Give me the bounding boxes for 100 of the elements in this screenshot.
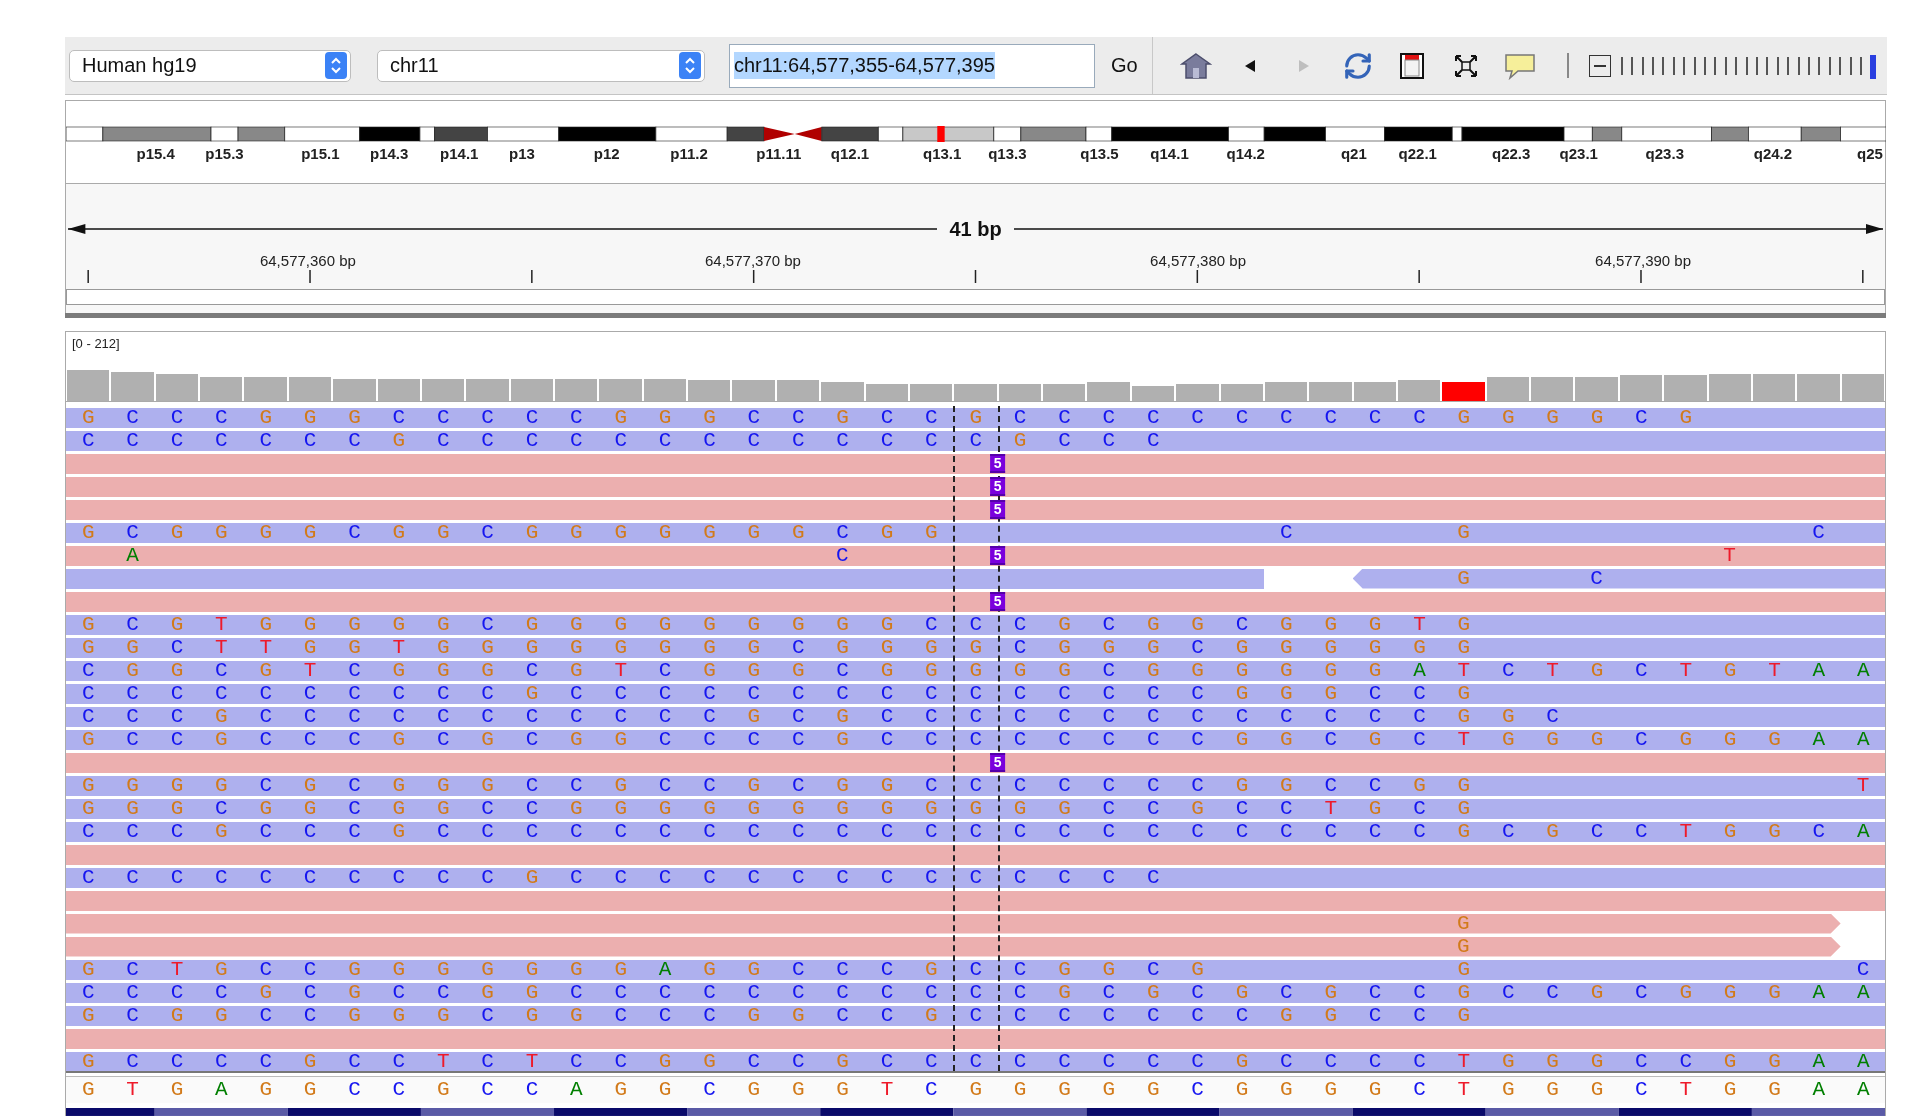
zoom-slider[interactable] xyxy=(1620,54,1873,77)
coverage-bar[interactable] xyxy=(466,378,509,401)
coverage-bar[interactable] xyxy=(200,376,243,401)
band-label: q13.5 xyxy=(1080,145,1119,162)
coverage-bar[interactable] xyxy=(998,383,1042,401)
coverage-bar[interactable] xyxy=(111,371,154,401)
read-bar[interactable] xyxy=(66,568,1264,589)
ruler-position-label: 64,577,380 bp xyxy=(1150,252,1246,270)
coverage-bar[interactable] xyxy=(1531,376,1574,401)
coverage-bar[interactable] xyxy=(776,380,820,401)
forward-arrow-icon xyxy=(1296,57,1311,74)
read-bar[interactable] xyxy=(66,1028,1885,1049)
coverage-bar[interactable] xyxy=(909,383,953,401)
coverage-bar[interactable] xyxy=(643,378,687,401)
band-label: q22.3 xyxy=(1492,145,1531,162)
coverage-bar[interactable] xyxy=(510,378,553,401)
coverage-bar[interactable] xyxy=(1708,373,1751,401)
coverage-bar[interactable] xyxy=(1043,383,1086,401)
read-bar[interactable] xyxy=(66,453,1885,474)
band-label: p15.3 xyxy=(205,145,244,162)
read-bases: C C C C C C C C C C G C C C C C C C C C C C C C C C G G G C C G xyxy=(81,683,1480,704)
read-bases: G xyxy=(1457,936,1480,957)
read-bar[interactable]: C C C C C C C C C C G C C C C C C C C C C C C C C xyxy=(66,867,1885,888)
coverage-bar[interactable] xyxy=(288,376,332,401)
read-bar[interactable]: C C C G C C C C C C C C C C C G C G C C C C C C C C C C C C C G G C xyxy=(66,706,1885,727)
read-bar[interactable]: C C C C C C C C C C G C C C C C C C C C C C C C C C G G G C C G xyxy=(66,683,1885,704)
coverage-bar[interactable] xyxy=(1309,381,1352,401)
genome-dropdown[interactable]: Human hg19 xyxy=(69,49,351,82)
read-bases: C C C C C C C C C C G C C C C C C C C C C C C C C xyxy=(81,867,1170,888)
zoom-tick xyxy=(1808,56,1810,75)
read-bar[interactable]: G G G C G G C G G C C G G G G G G G G G G G G C C G C C T G C G xyxy=(66,798,1885,819)
coverage-bar[interactable] xyxy=(1486,376,1530,401)
read-bar[interactable]: G C G G G G C G G C G G G G G G G C G G C G C xyxy=(66,522,1885,543)
read-bar[interactable]: C C C C C C C G C C C C C C C C C C C C C G C C C xyxy=(66,430,1885,451)
zoom-slider-thumb[interactable] xyxy=(1869,54,1876,79)
coverage-bar[interactable] xyxy=(155,373,199,401)
read-bases: G G C T T G G T G G G G G G G G C G G G G C G G G C G G G G G G xyxy=(81,637,1480,658)
read-bar[interactable]: G G C T T G G T G G G G G G G G C G G G G C G G G C G G G G G G xyxy=(66,637,1885,658)
coverage-bar[interactable] xyxy=(1797,373,1840,401)
read-bases: G xyxy=(1457,522,1480,543)
coverage-bar[interactable] xyxy=(1397,380,1441,401)
coverage-bar[interactable] xyxy=(1841,373,1884,401)
read-bar[interactable] xyxy=(66,752,1885,773)
read-bar[interactable]: G C T G C C G G G G G G G A G G C C C G C C G G C G G C xyxy=(66,959,1885,980)
zoom-tick xyxy=(1703,56,1706,75)
read-bar[interactable]: G C G G C C G G G C G G C C C G G C C G C C C C C C C G G C C G xyxy=(66,1005,1885,1026)
coverage-bar[interactable] xyxy=(599,378,642,401)
read-bar[interactable] xyxy=(66,844,1885,865)
coverage-bar[interactable] xyxy=(333,378,376,401)
read-bar[interactable] xyxy=(66,499,1885,520)
coverage-bar[interactable] xyxy=(954,383,997,401)
ruler-position-label: 64,577,390 bp xyxy=(1595,252,1692,270)
read-bar[interactable] xyxy=(66,591,1885,612)
coverage-bar[interactable] xyxy=(555,378,598,401)
read-bases: G C T G C C G G G G G G G A G G C C C G C C G G C G xyxy=(81,959,1214,980)
coverage-bar[interactable] xyxy=(244,376,287,401)
read-bar[interactable] xyxy=(66,476,1885,497)
locus-field[interactable]: chr11:64,577,355-64,577,395 xyxy=(729,43,1095,88)
chromosome-dropdown[interactable]: chr11 xyxy=(377,49,705,82)
band-label: q23.1 xyxy=(1559,145,1598,162)
dropdown-spinner-icon xyxy=(679,52,701,79)
zoom-tick xyxy=(1745,56,1748,75)
chromosome-ideogram-drawing[interactable] xyxy=(66,126,1886,142)
refresh-icon xyxy=(1342,50,1373,81)
coverage-bar[interactable] xyxy=(1353,381,1396,401)
zoom-tick xyxy=(1776,56,1779,75)
band-label: p15.4 xyxy=(136,145,175,162)
coverage-bar[interactable] xyxy=(67,370,110,401)
coverage-bar[interactable] xyxy=(1264,381,1308,401)
coverage-bar[interactable] xyxy=(421,378,465,401)
coverage-bar[interactable] xyxy=(1176,383,1219,401)
go-button[interactable]: Go xyxy=(1103,50,1146,81)
coverage-bar[interactable] xyxy=(1220,383,1263,401)
read-bar[interactable] xyxy=(66,890,1885,911)
zoom-out-button[interactable] xyxy=(1588,54,1611,77)
coverage-bar[interactable] xyxy=(1752,373,1796,401)
coverage-bar[interactable] xyxy=(688,380,731,401)
read-bases: C xyxy=(1856,959,1879,980)
zoom-tick xyxy=(1839,56,1842,75)
coverage-bar[interactable] xyxy=(1575,376,1618,401)
band-label: q24.2 xyxy=(1753,145,1793,162)
zoom-tick xyxy=(1766,56,1769,75)
read-bar[interactable]: G C G T G G G G G C G G G G G G G G G C C C G C G G C G G G T G xyxy=(66,614,1885,635)
zoom-tick xyxy=(1672,56,1675,75)
coverage-bar[interactable] xyxy=(1442,381,1485,401)
fit-to-window-icon xyxy=(1452,52,1479,79)
coverage-bar[interactable] xyxy=(821,381,864,401)
coverage-bar[interactable] xyxy=(1619,375,1663,401)
zoom-tick xyxy=(1797,56,1800,75)
ruler-position-label: 64,577,360 bp xyxy=(259,252,356,270)
coverage-bar[interactable] xyxy=(865,383,908,401)
read-bar[interactable]: G G G G C G C G G G C C G C C G C G G C C C C C C C G G C C G G T xyxy=(66,775,1885,796)
zoom-tick xyxy=(1828,56,1831,75)
zoom-tick xyxy=(1724,56,1727,75)
zoom-tick xyxy=(1735,56,1738,75)
read-bar[interactable]: G C xyxy=(1352,568,1885,589)
coverage-bar[interactable] xyxy=(377,378,420,401)
coverage-bar[interactable] xyxy=(1131,385,1175,401)
zoom-tick xyxy=(1662,56,1665,75)
coverage-bar[interactable] xyxy=(1087,381,1130,401)
